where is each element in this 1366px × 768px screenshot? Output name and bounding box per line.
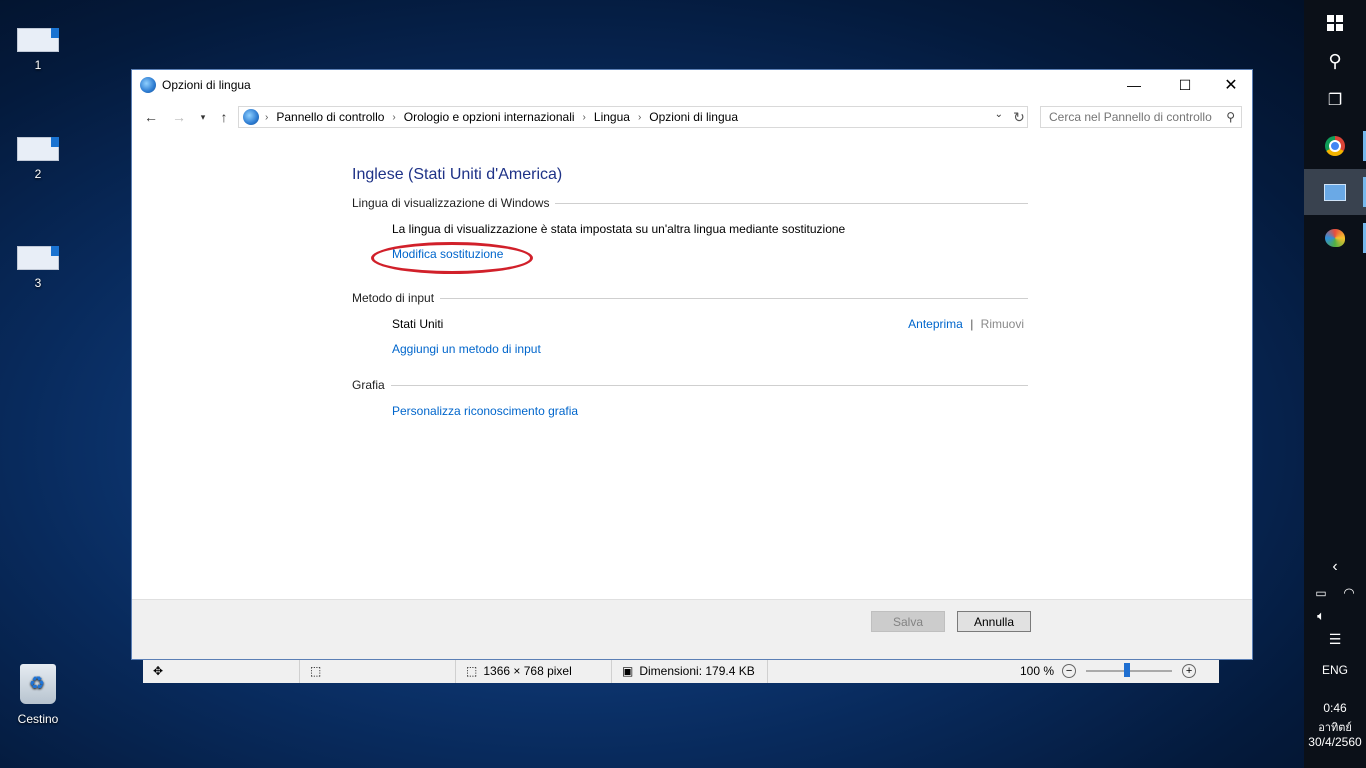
image-dimensions: 1366 × 768 pixel (483, 664, 572, 678)
paint-status-bar: ✥ ⬚ ⬚ 1366 × 768 pixel ▣ Dimensioni: 179… (143, 658, 1219, 683)
section-title: Grafia (352, 378, 385, 392)
recycle-bin[interactable]: Cestino (8, 664, 68, 726)
task-view-button[interactable]: ❐ (1304, 77, 1366, 123)
windows-logo-icon (1327, 15, 1343, 31)
address-bar[interactable]: › Pannello di controllo › Orologio e opz… (238, 106, 1028, 128)
title-bar: Opzioni di lingua — ☐ ✕ (132, 70, 1252, 100)
close-button[interactable]: ✕ (1208, 70, 1254, 100)
notification-icon: ☰ (1328, 630, 1342, 647)
cancel-button[interactable]: Annulla (957, 611, 1031, 632)
section-title: Metodo di input (352, 291, 435, 305)
input-method-section: Metodo di input (352, 291, 1028, 305)
input-language-indicator[interactable]: ENG (1304, 663, 1366, 677)
forward-arrow-icon[interactable]: → (168, 104, 190, 130)
search-icon: ⚲ (1226, 110, 1235, 124)
breadcrumb-separator-icon[interactable]: › (638, 112, 641, 123)
minimize-button[interactable]: — (1111, 70, 1157, 100)
file-size: Dimensioni: 179.4 KB (639, 664, 755, 678)
desktop-icon-label: 2 (34, 167, 42, 181)
disk-icon: ▣ (622, 664, 634, 678)
clock-time[interactable]: 0:46 (1304, 701, 1366, 715)
recycle-bin-label: Cestino (17, 712, 59, 726)
window-thumbnail-icon (17, 28, 59, 52)
task-view-icon: ❐ (1327, 92, 1343, 109)
section-title: Lingua di visualizzazione di Windows (352, 196, 550, 210)
desktop-icon-3[interactable]: 3 (8, 246, 68, 290)
zoom-in-button[interactable]: + (1182, 664, 1197, 678)
language-options-window: Opzioni di lingua — ☐ ✕ ← → ▾ ↑ › Pannel… (131, 69, 1253, 660)
clock-day[interactable]: อาทิตย์ (1304, 718, 1366, 736)
action-center-button[interactable]: ☰ (1304, 616, 1366, 662)
dialog-footer: Salva Annulla (132, 599, 1252, 659)
section-divider (390, 384, 1028, 386)
paint-taskbar-button[interactable] (1304, 215, 1366, 261)
search-box[interactable]: ⚲ (1040, 106, 1242, 128)
handwriting-section: Grafia (352, 378, 1028, 392)
input-method-name: Stati Uniti (392, 317, 444, 331)
breadcrumb-separator-icon[interactable]: › (583, 112, 586, 123)
save-button[interactable]: Salva (871, 611, 945, 632)
control-panel-icon (140, 77, 156, 93)
zoom-level: 100 % (1020, 664, 1055, 678)
window-title: Opzioni di lingua (162, 78, 251, 92)
breadcrumb-clock-region[interactable]: Orologio e opzioni internazionali (404, 110, 575, 124)
input-method-row: Stati Uniti Anteprima | Rimuovi (392, 317, 1028, 331)
personalize-handwriting-link[interactable]: Personalizza riconoscimento grafia (392, 404, 578, 418)
window-thumbnail-icon (17, 137, 59, 161)
section-divider (555, 202, 1028, 204)
main-content: Inglese (Stati Uniti d'America) Lingua d… (352, 166, 1028, 418)
address-dropdown-icon[interactable]: ⌄ (995, 109, 1003, 120)
display-language-message: La lingua di visualizzazione è stata imp… (392, 222, 846, 236)
window-thumbnail-icon (17, 246, 59, 270)
section-divider (440, 297, 1028, 299)
paint-palette-icon (1325, 229, 1345, 247)
zoom-out-button[interactable]: − (1062, 664, 1077, 678)
breadcrumb-language[interactable]: Lingua (594, 110, 630, 124)
zoom-slider-thumb[interactable] (1124, 663, 1131, 677)
control-panel-icon (1324, 183, 1346, 201)
control-panel-icon (243, 109, 259, 125)
display-language-section: Lingua di visualizzazione di Windows (352, 196, 1028, 210)
dimensions-icon: ⬚ (466, 664, 478, 678)
desktop-icon-2[interactable]: 2 (8, 137, 68, 181)
chrome-icon (1325, 136, 1345, 156)
zoom-slider[interactable] (1086, 663, 1173, 677)
recent-locations-icon[interactable]: ▾ (192, 104, 214, 130)
maximize-button[interactable]: ☐ (1162, 70, 1208, 100)
desktop-icon-label: 1 (34, 58, 42, 72)
search-input[interactable] (1049, 110, 1219, 124)
breadcrumb-separator-icon[interactable]: › (392, 112, 395, 123)
search-icon: ⚲ (1328, 50, 1342, 71)
desktop-icon-label: 3 (34, 276, 42, 290)
navigation-bar: ← → ▾ ↑ › Pannello di controllo › Orolog… (132, 104, 1252, 130)
move-cursor-icon: ✥ (143, 659, 300, 683)
breadcrumb-language-options[interactable]: Opzioni di lingua (649, 110, 738, 124)
taskbar: ⚲ ❐ ‹ ▭ ◠ 🔈︎ ☰ ENG 0:46 อาทิตย์ 30/4/256… (1304, 0, 1366, 768)
recycle-bin-icon (20, 664, 56, 704)
back-arrow-icon[interactable]: ← (140, 104, 162, 130)
breadcrumb-control-panel[interactable]: Pannello di controllo (276, 110, 384, 124)
up-arrow-icon[interactable]: ↑ (213, 104, 235, 130)
breadcrumb-separator-icon[interactable]: › (265, 112, 268, 123)
remove-link[interactable]: Rimuovi (981, 317, 1024, 331)
refresh-icon[interactable]: ↻ (1008, 106, 1030, 128)
link-separator: | (970, 317, 974, 331)
add-input-method-link[interactable]: Aggiungi un metodo di input (392, 342, 541, 356)
red-highlight-ellipse (371, 242, 533, 274)
chrome-taskbar-button[interactable] (1304, 123, 1366, 169)
control-panel-taskbar-button[interactable] (1304, 169, 1366, 215)
selection-icon: ⬚ (300, 659, 456, 683)
page-title: Inglese (Stati Uniti d'America) (352, 166, 563, 183)
clock-date[interactable]: 30/4/2560 (1304, 735, 1366, 749)
desktop-icon-1[interactable]: 1 (8, 28, 68, 72)
preview-link[interactable]: Anteprima (908, 317, 963, 331)
